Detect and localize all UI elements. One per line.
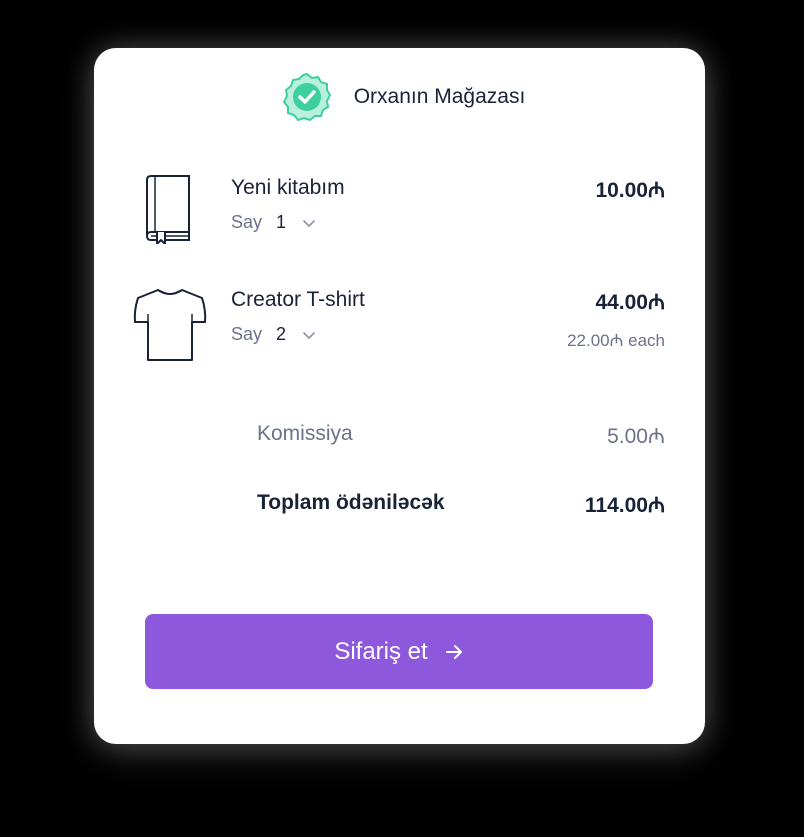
- verified-check-icon: [282, 72, 331, 122]
- fee-label: Komissiya: [257, 422, 353, 445]
- arrow-right-icon: [445, 644, 462, 659]
- checkout-card: Orxanın Mağazası Yeni kitabım Say 1 10.0…: [94, 48, 705, 744]
- store-name: Orxanın Mağazası: [353, 85, 526, 108]
- chevron-down-icon: [303, 219, 315, 227]
- fee-row: Komissiya 5.00₼: [257, 422, 665, 450]
- quantity-selector[interactable]: Say 2: [231, 324, 316, 345]
- product-price: 10.00₼: [595, 179, 665, 202]
- product-name: Yeni kitabım: [231, 176, 345, 199]
- order-button[interactable]: Sifariş et: [145, 614, 653, 689]
- unit-price: 22.00₼ each: [567, 331, 665, 350]
- product-price: 44.00₼: [595, 291, 665, 314]
- product-name: Creator T-shirt: [231, 288, 365, 311]
- order-button-label: Sifariş et: [334, 637, 428, 665]
- fee-value: 5.00₼: [607, 425, 665, 448]
- quantity-value: 2: [276, 324, 287, 344]
- total-label: Toplam ödəniləcək: [257, 491, 445, 514]
- quantity-label: Say: [231, 212, 263, 232]
- quantity-label: Say: [231, 324, 263, 344]
- store-header: Orxanın Mağazası: [94, 72, 705, 122]
- total-value: 114.00₼: [584, 494, 665, 517]
- quantity-value: 1: [276, 212, 287, 232]
- tshirt-icon: [133, 289, 207, 361]
- book-icon: [146, 175, 190, 244]
- chevron-down-icon: [303, 331, 315, 339]
- total-row: Toplam ödəniləcək 114.00₼: [257, 491, 665, 519]
- quantity-selector[interactable]: Say 1: [231, 212, 316, 233]
